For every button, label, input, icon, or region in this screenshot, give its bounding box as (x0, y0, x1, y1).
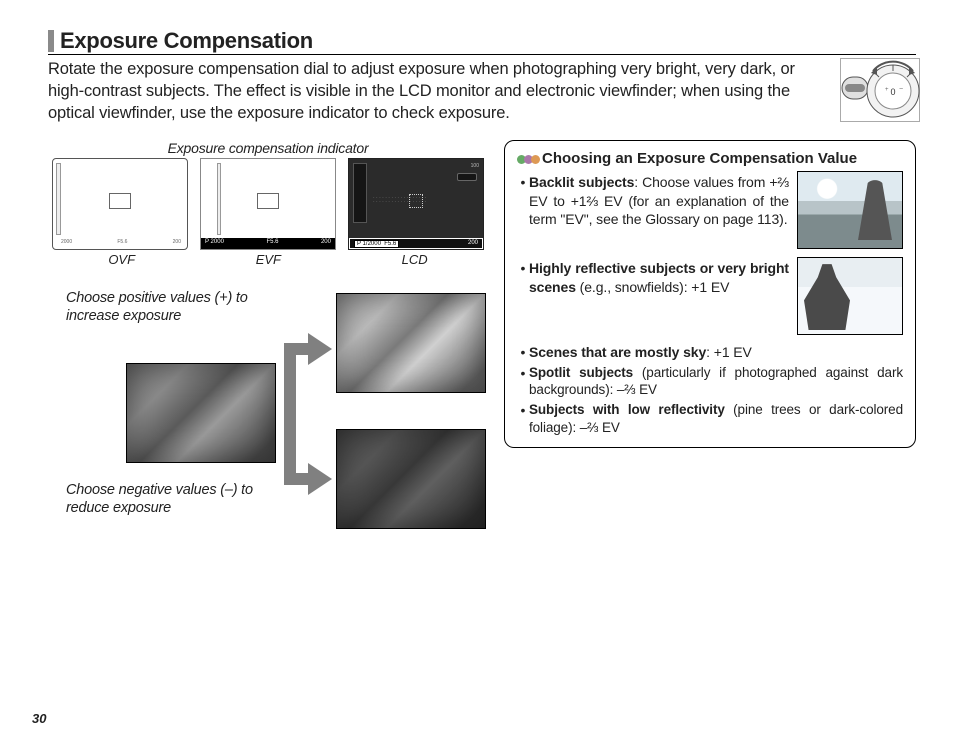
tip-spotlit: Spotlit subjects (particularly if photog… (529, 364, 903, 400)
section-title-row: Exposure Compensation (48, 28, 916, 55)
illustration-snow (797, 257, 903, 335)
lcd-iso-top: 100 (471, 163, 479, 169)
tip-sky: Scenes that are mostly sky: +1 EV (529, 343, 903, 361)
ovf-aperture: F5.6 (117, 239, 127, 247)
left-column: Exposure compensation indicator 2000 F5.… (48, 140, 488, 549)
tip-icon (517, 155, 538, 164)
viewfinder-previews: 2000 F5.6 200 P 2000 F5.6 200 100 · · · … (48, 158, 488, 250)
bullet-icon: • (517, 364, 529, 400)
illustration-backlit (797, 171, 903, 249)
exposure-example-photos: Choose positive values (+) to increase e… (48, 289, 488, 549)
photo-original (126, 363, 276, 463)
photo-brighter (336, 293, 486, 393)
label-lcd: LCD (402, 252, 428, 267)
evf-aperture: F5.6 (266, 239, 278, 249)
evf-preview: P 2000 F5.6 200 (200, 158, 336, 250)
exposure-dial-illustration: 0 + − (840, 58, 920, 122)
hint-positive: Choose positive values (+) to increase e… (66, 289, 266, 325)
tip-lowrefl: Subjects with low reflectivity (pine tre… (529, 401, 903, 437)
tip-box: Choosing an Exposure Compensation Value … (504, 140, 916, 448)
tip-title: Choosing an Exposure Compensation Value (542, 149, 857, 169)
page-number: 30 (32, 711, 46, 726)
lcd-preview: 100 · · · · · · · · · · · · · · · · · · … (348, 158, 484, 250)
ovf-iso: 200 (173, 239, 181, 247)
svg-text:0: 0 (890, 87, 895, 97)
svg-text:+: + (885, 87, 889, 93)
title-accent-bar (48, 30, 54, 52)
section-title: Exposure Compensation (60, 28, 313, 54)
arrow-right-icon (308, 333, 332, 365)
evf-iso: 200 (321, 239, 331, 249)
lcd-shutter: P 1/2000 (357, 241, 381, 247)
display-labels: OVF EVF LCD (48, 252, 488, 267)
evf-shutter: P 2000 (205, 239, 224, 249)
arrow-right-icon (308, 463, 332, 495)
hint-negative: Choose negative values (–) to reduce exp… (66, 481, 286, 517)
right-column: Choosing an Exposure Compensation Value … (504, 140, 916, 549)
label-ovf: OVF (108, 252, 135, 267)
label-evf: EVF (256, 252, 281, 267)
bullet-icon: • (517, 401, 529, 437)
photo-darker (336, 429, 486, 529)
arrow-connector (284, 347, 296, 415)
indicator-caption: Exposure compensation indicator (48, 140, 488, 156)
svg-text:−: − (899, 86, 903, 93)
intro-paragraph: Rotate the exposure compensation dial to… (48, 59, 916, 124)
ovf-shutter: 2000 (61, 239, 72, 247)
bullet-icon: • (517, 259, 529, 296)
tip-reflective: Highly reflective subjects or very brigh… (529, 259, 789, 296)
lcd-iso: 200 (468, 240, 478, 248)
ovf-preview: 2000 F5.6 200 (52, 158, 188, 250)
tip-backlit: Backlit subjects: Choose values from +⅔ … (529, 173, 789, 228)
bullet-icon: • (517, 343, 529, 361)
bullet-icon: • (517, 173, 529, 228)
lcd-aperture: F5.6 (384, 241, 396, 247)
